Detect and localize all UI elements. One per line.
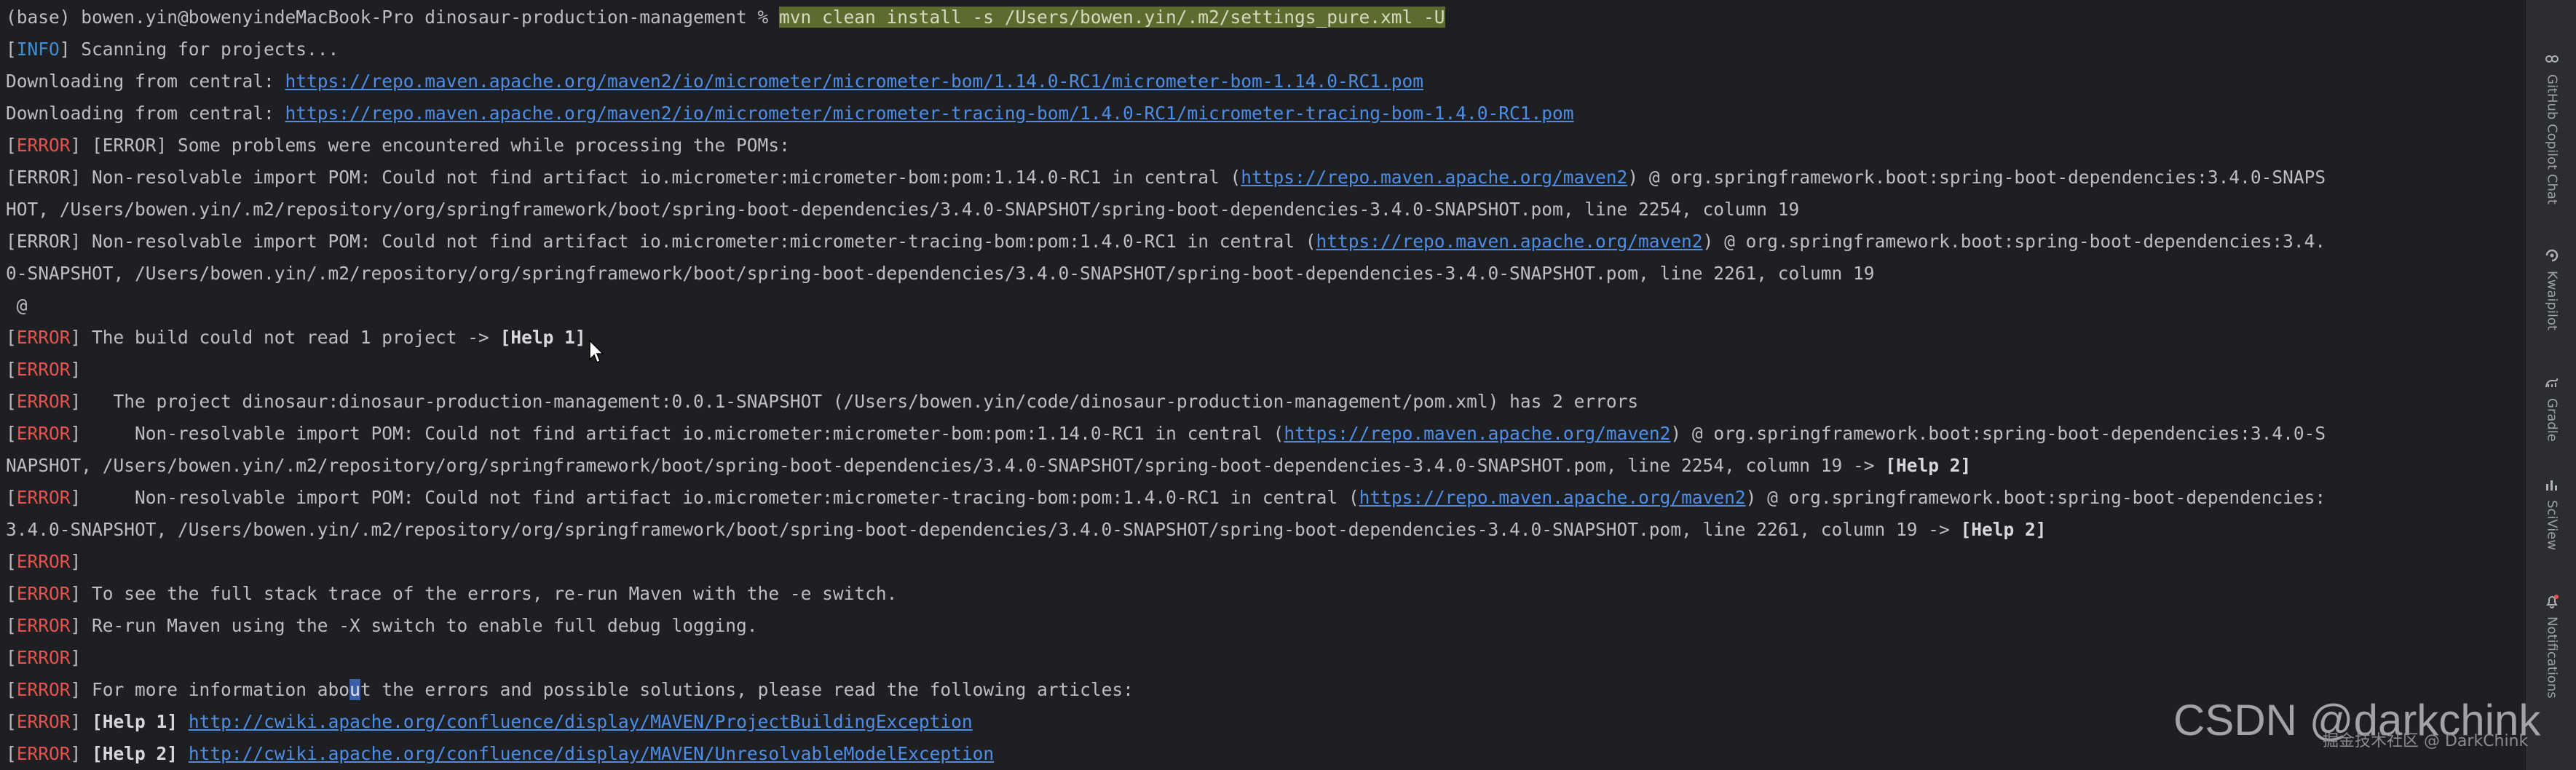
terminal-line-project: [ERROR] The project dinosaur:dinosaur-pr…	[6, 391, 1639, 412]
repo-link[interactable]: https://repo.maven.apache.org/maven2	[1284, 423, 1670, 444]
terminal-line-stack: [ERROR] To see the full stack trace of t…	[6, 583, 898, 604]
line-text: To see the full stack trace of the error…	[81, 583, 898, 604]
terminal-line-blank-3: [ERROR]	[6, 647, 82, 668]
error-tag: ERROR	[16, 743, 71, 764]
help-2-label: [Help 2]	[92, 743, 178, 764]
tool-label: GitHub Copilot Chat	[2544, 74, 2560, 205]
terminal-line-problems: [ERROR] [ERROR] Some problems were encou…	[6, 135, 790, 156]
terminal-line-build: [ERROR] The build could not read 1 proje…	[6, 327, 586, 348]
mouse-pointer-icon	[589, 339, 604, 364]
terminal-line-error-4b: 3.4.0-SNAPSHOT, /Users/bowen.yin/.m2/rep…	[6, 514, 2526, 546]
copilot-icon	[2544, 51, 2560, 67]
line-text: Downloading from central:	[6, 71, 285, 92]
text-cursor: u	[349, 679, 360, 700]
error-tag: ERROR	[16, 583, 71, 604]
sciview-icon	[2544, 477, 2560, 493]
line-text: ) @ org.springframework.boot:spring-boot…	[1627, 167, 2326, 188]
error-tag: ERROR	[16, 711, 71, 732]
gradle-icon	[2544, 375, 2560, 391]
terminal-line-debug: [ERROR] Re-run Maven using the -X switch…	[6, 615, 758, 636]
tool-label: Kwaipilot	[2544, 271, 2560, 331]
line-text: The project dinosaur:dinosaur-production…	[81, 391, 1639, 412]
line-text: The build could not read 1 project ->	[81, 327, 500, 348]
line-text: Non-resolvable import POM: Could not fin…	[81, 423, 1284, 444]
terminal-line-download-2: Downloading from central: https://repo.m…	[6, 98, 2526, 130]
tool-gradle[interactable]: Gradle	[2527, 375, 2576, 442]
error-tag: ERROR	[16, 679, 71, 700]
tool-label: SciView	[2544, 500, 2560, 551]
tool-notifications[interactable]: Notifications	[2527, 593, 2576, 699]
command-text[interactable]: mvn clean install -s /Users/bowen.yin/.m…	[779, 7, 1445, 28]
terminal-line-error-3b: NAPSHOT, /Users/bowen.yin/.m2/repository…	[6, 450, 2526, 482]
line-text: ) @ org.springframework.boot:spring-boot…	[1702, 231, 2326, 252]
line-text: [ERROR] Some problems were encountered w…	[81, 135, 790, 156]
line-text: For more information abo	[81, 679, 350, 700]
line-text: Re-run Maven using the -X switch to enab…	[81, 615, 758, 636]
terminal-line-command: (base) bowen.yin@bowenyindeMacBook-Pro d…	[6, 1, 2526, 33]
error-tag: ERROR	[16, 359, 71, 380]
terminal-line-blank-1: [ERROR]	[6, 359, 82, 380]
download-link-micrometer-tracing-bom[interactable]: https://repo.maven.apache.org/maven2/io/…	[285, 103, 1574, 124]
terminal-line-more-info: [ERROR] For more information about the e…	[6, 679, 1134, 700]
error-tag: ERROR	[16, 647, 71, 668]
bell-icon	[2544, 593, 2560, 609]
error-tag: ERROR	[16, 551, 71, 572]
tool-label: Notifications	[2544, 616, 2560, 699]
terminal-line-help-2: [ERROR] [Help 2] http://cwiki.apache.org…	[6, 743, 995, 764]
help-1-ref: [Help 1]	[499, 327, 586, 348]
terminal-line-blank-2: [ERROR]	[6, 551, 82, 572]
line-text: Non-resolvable import POM: Could not fin…	[81, 231, 1316, 252]
help-2-link[interactable]: http://cwiki.apache.org/confluence/displ…	[189, 743, 994, 764]
error-tag: ERROR	[16, 615, 71, 636]
error-tag: ERROR	[16, 135, 71, 156]
line-text: Non-resolvable import POM: Could not fin…	[81, 487, 1359, 508]
right-tool-window-bar: GitHub Copilot Chat Kwaipilot Gradle Sci…	[2526, 0, 2576, 770]
line-text: Non-resolvable import POM: Could not fin…	[81, 167, 1241, 188]
terminal-line-error-2a: [ERROR] Non-resolvable import POM: Could…	[6, 231, 2326, 252]
terminal-line-error-1a: [ERROR] Non-resolvable import POM: Could…	[6, 167, 2326, 188]
info-tag: INFO	[16, 39, 60, 60]
kwaipilot-icon	[2544, 247, 2560, 263]
terminal-line-error-2b: 0-SNAPSHOT, /Users/bowen.yin/.m2/reposit…	[6, 258, 2526, 290]
tool-label: Gradle	[2544, 398, 2560, 442]
help-2-ref: [Help 2]	[1885, 455, 1972, 476]
line-text: 0-SNAPSHOT, /Users/bowen.yin/.m2/reposit…	[6, 263, 1875, 284]
line-text: ) @ org.springframework.boot:spring-boot…	[1745, 487, 2326, 508]
line-text: @	[6, 295, 28, 316]
line-text: NAPSHOT, /Users/bowen.yin/.m2/repository…	[6, 455, 1886, 476]
error-tag: ERROR	[16, 423, 71, 444]
repo-link[interactable]: https://repo.maven.apache.org/maven2	[1359, 487, 1746, 508]
shell-prompt: (base) bowen.yin@bowenyindeMacBook-Pro d…	[6, 7, 780, 28]
repo-link[interactable]: https://repo.maven.apache.org/maven2	[1316, 231, 1703, 252]
help-1-label: [Help 1]	[92, 711, 178, 732]
terminal-output[interactable]: (base) bowen.yin@bowenyindeMacBook-Pro d…	[0, 0, 2526, 770]
line-text: Downloading from central:	[6, 103, 285, 124]
download-link-micrometer-bom[interactable]: https://repo.maven.apache.org/maven2/io/…	[285, 71, 1424, 92]
tool-github-copilot-chat[interactable]: GitHub Copilot Chat	[2527, 51, 2576, 205]
error-tag: ERROR	[16, 391, 71, 412]
line-text: t the errors and possible solutions, ple…	[360, 679, 1134, 700]
line-text: Scanning for projects...	[70, 39, 339, 60]
terminal-line-help-1: [ERROR] [Help 1] http://cwiki.apache.org…	[6, 711, 973, 732]
tool-kwaipilot[interactable]: Kwaipilot	[2527, 247, 2576, 330]
terminal-line-at: @	[6, 290, 2526, 322]
help-1-link[interactable]: http://cwiki.apache.org/confluence/displ…	[189, 711, 973, 732]
line-text: HOT, /Users/bowen.yin/.m2/repository/org…	[6, 199, 1800, 220]
error-tag: ERROR	[16, 327, 71, 348]
juejin-watermark: 掘金技术社区 @ DarkChink	[2323, 732, 2529, 750]
help-2-ref: [Help 2]	[1960, 519, 2047, 540]
terminal-line-error-1b: HOT, /Users/bowen.yin/.m2/repository/org…	[6, 194, 2526, 226]
terminal-line-scanning: [INFO] Scanning for projects...	[6, 39, 339, 60]
terminal-line-error-3a: [ERROR] Non-resolvable import POM: Could…	[6, 423, 2326, 444]
line-text: 3.4.0-SNAPSHOT, /Users/bowen.yin/.m2/rep…	[6, 519, 1961, 540]
repo-link[interactable]: https://repo.maven.apache.org/maven2	[1241, 167, 1627, 188]
terminal-line-download-1: Downloading from central: https://repo.m…	[6, 66, 2526, 98]
line-text: ) @ org.springframework.boot:spring-boot…	[1670, 423, 2326, 444]
terminal-line-error-4a: [ERROR] Non-resolvable import POM: Could…	[6, 487, 2326, 508]
error-tag: ERROR	[16, 487, 71, 508]
tool-sciview[interactable]: SciView	[2527, 477, 2576, 550]
